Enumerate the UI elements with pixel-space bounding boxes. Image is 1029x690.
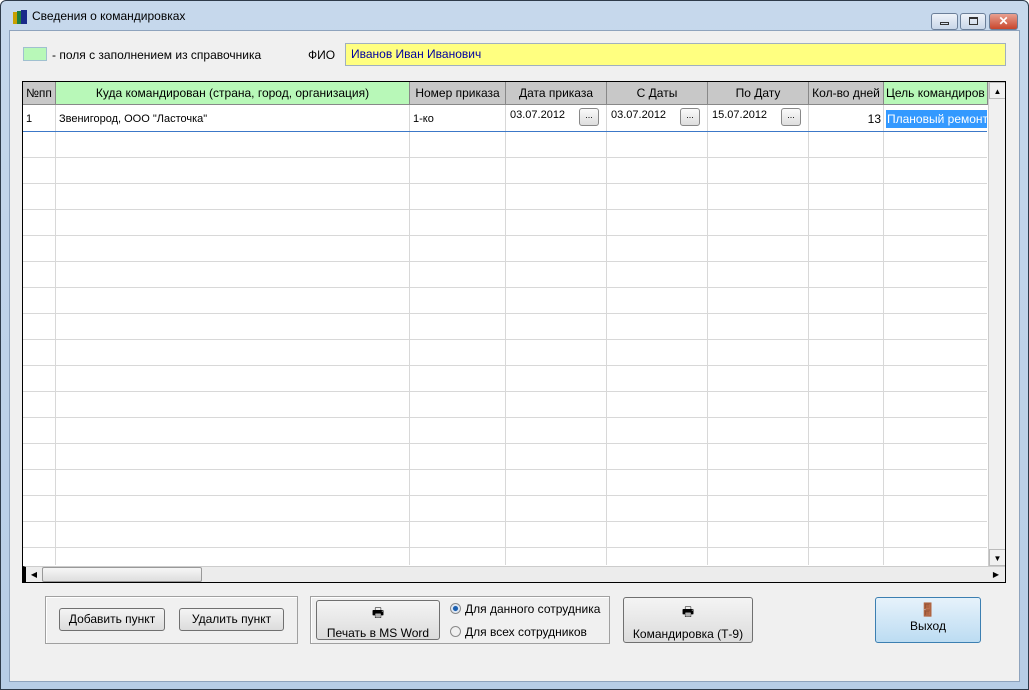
col-header-from-date[interactable]: С Даты — [607, 82, 708, 105]
grid-row-line — [23, 209, 987, 210]
horizontal-scrollbar[interactable]: ◀ ▶ — [23, 566, 1005, 582]
scroll-up-arrow[interactable]: ▲ — [989, 82, 1005, 99]
scroll-thumb[interactable] — [42, 567, 202, 582]
radio-all-employees-label[interactable]: Для всех сотрудников — [465, 625, 587, 639]
cell-to-date[interactable]: 15.07.2012 — [712, 109, 767, 121]
cell-from-date[interactable]: 03.07.2012 — [611, 109, 666, 121]
col-header-days[interactable]: Кол-во дней — [809, 82, 884, 105]
cell-order-date[interactable]: 03.07.2012 — [510, 109, 565, 121]
cell-order-no[interactable]: 1-ко — [413, 113, 434, 125]
cell-destination[interactable]: Звенигород, ООО "Ласточка" — [59, 113, 207, 125]
scroll-left-arrow[interactable]: ◀ — [26, 567, 42, 582]
grid-column-line — [707, 105, 708, 565]
t9-label: Командировка (Т-9) — [632, 627, 744, 641]
cell-days[interactable]: 13 — [809, 112, 881, 126]
grid-row-line — [23, 391, 987, 392]
grid-row-line — [23, 417, 987, 418]
fio-field[interactable]: Иванов Иван Иванович — [345, 43, 1006, 66]
printer-icon: 🖶 — [371, 605, 385, 620]
from-date-picker-button[interactable]: ... — [680, 108, 700, 126]
grid-column-line — [409, 105, 410, 565]
trips-table: №пп Куда командирован (страна, город, ор… — [22, 81, 1006, 583]
minimize-button[interactable] — [931, 13, 958, 30]
books-app-icon — [13, 10, 27, 24]
grid-row-line — [23, 469, 987, 470]
grid-row-line — [23, 157, 987, 158]
scroll-down-arrow[interactable]: ▼ — [989, 549, 1005, 566]
grid-row-line — [23, 183, 987, 184]
grid-row-line — [23, 261, 987, 262]
grid-row-line — [23, 443, 987, 444]
t9-trip-button[interactable]: 🖶 Командировка (Т-9) — [623, 597, 753, 643]
exit-button[interactable]: 🚪 Выход — [875, 597, 981, 643]
col-header-destination[interactable]: Куда командирован (страна, город, органи… — [56, 82, 410, 105]
grid-row-line — [23, 287, 987, 288]
exit-label: Выход — [910, 619, 946, 633]
col-header-order-no[interactable]: Номер приказа — [410, 82, 506, 105]
grid-row-line — [23, 365, 987, 366]
grid-column-line — [606, 105, 607, 565]
grid-row-line — [23, 131, 987, 132]
printer-icon: 🖶 — [681, 604, 695, 619]
maximize-button[interactable] — [960, 13, 986, 30]
scroll-right-arrow[interactable]: ▶ — [988, 567, 1004, 582]
col-header-num[interactable]: №пп — [23, 82, 56, 105]
exit-door-icon: 🚪 — [919, 602, 937, 617]
grid-column-line — [505, 105, 506, 565]
order-date-picker-button[interactable]: ... — [579, 108, 599, 126]
grid-row-line — [23, 521, 987, 522]
cell-num[interactable]: 1 — [26, 113, 32, 125]
to-date-picker-button[interactable]: ... — [781, 108, 801, 126]
grid-row-line — [23, 235, 987, 236]
cell-purpose[interactable]: Плановый ремонт — [885, 109, 988, 129]
print-word-button[interactable]: 🖶 Печать в MS Word — [316, 600, 440, 640]
grid-column-line — [808, 105, 809, 565]
add-item-button[interactable]: Добавить пункт — [59, 608, 165, 631]
grid-row-line — [23, 339, 987, 340]
radio-all-employees[interactable] — [450, 626, 461, 637]
vertical-scrollbar[interactable]: ▲ ▼ — [988, 82, 1005, 566]
close-button[interactable]: ✕ — [989, 13, 1018, 30]
col-header-purpose[interactable]: Цель командиров — [884, 82, 988, 105]
col-header-order-date[interactable]: Дата приказа — [506, 82, 607, 105]
legend-color-swatch — [23, 47, 47, 61]
grid-column-line — [883, 105, 884, 565]
grid-row-line — [23, 313, 987, 314]
fio-label: ФИО — [308, 48, 336, 62]
window-title: Сведения о командировках — [32, 9, 186, 23]
grid-row-line — [23, 547, 987, 548]
delete-item-button[interactable]: Удалить пункт — [179, 608, 284, 631]
radio-this-employee-label[interactable]: Для данного сотрудника — [465, 602, 600, 616]
col-header-to-date[interactable]: По Дату — [708, 82, 809, 105]
legend-text: - поля с заполнением из справочника — [52, 48, 262, 62]
grid-row-line — [23, 495, 987, 496]
radio-this-employee[interactable] — [450, 603, 461, 614]
grid-column-line — [55, 105, 56, 565]
print-word-label: Печать в MS Word — [326, 626, 430, 640]
